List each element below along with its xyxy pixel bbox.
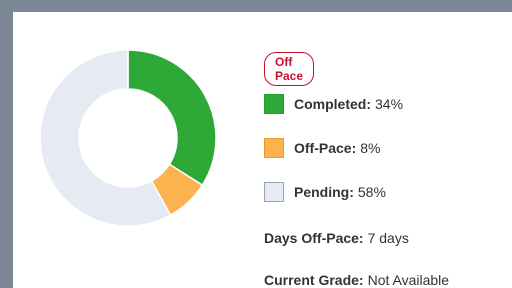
current-grade-value: Not Available [367,272,450,288]
progress-card: Off Pace Completed: 34% Off-Pace: 8% Pen… [13,12,512,288]
legend-value-completed: 34% [375,96,404,112]
legend-label-completed: Completed: [294,96,371,112]
donut-chart-svg [39,49,217,227]
legend-value-pending: 58% [357,184,386,200]
donut-slice-completed [127,49,217,187]
legend-item-off-pace: Off-Pace: 8% [264,138,380,158]
off-pace-swatch [264,138,284,158]
completed-swatch [264,94,284,114]
legend-value-off-pace: 8% [360,140,381,156]
current-grade-row: Current Grade: Not Available [264,272,449,288]
days-off-pace-value: 7 days [367,230,409,246]
days-off-pace-label: Days Off-Pace: [264,230,364,246]
days-off-pace-row: Days Off-Pace: 7 days [264,230,409,246]
pending-swatch [264,182,284,202]
status-badge: Off Pace [264,52,315,86]
legend-label-off-pace: Off-Pace: [294,140,357,156]
progress-donut-chart [26,36,230,240]
legend-item-pending: Pending: 58% [264,182,386,202]
legend-label-pending: Pending: [294,184,354,200]
current-grade-label: Current Grade: [264,272,364,288]
legend-item-completed: Completed: 34% [264,94,403,114]
